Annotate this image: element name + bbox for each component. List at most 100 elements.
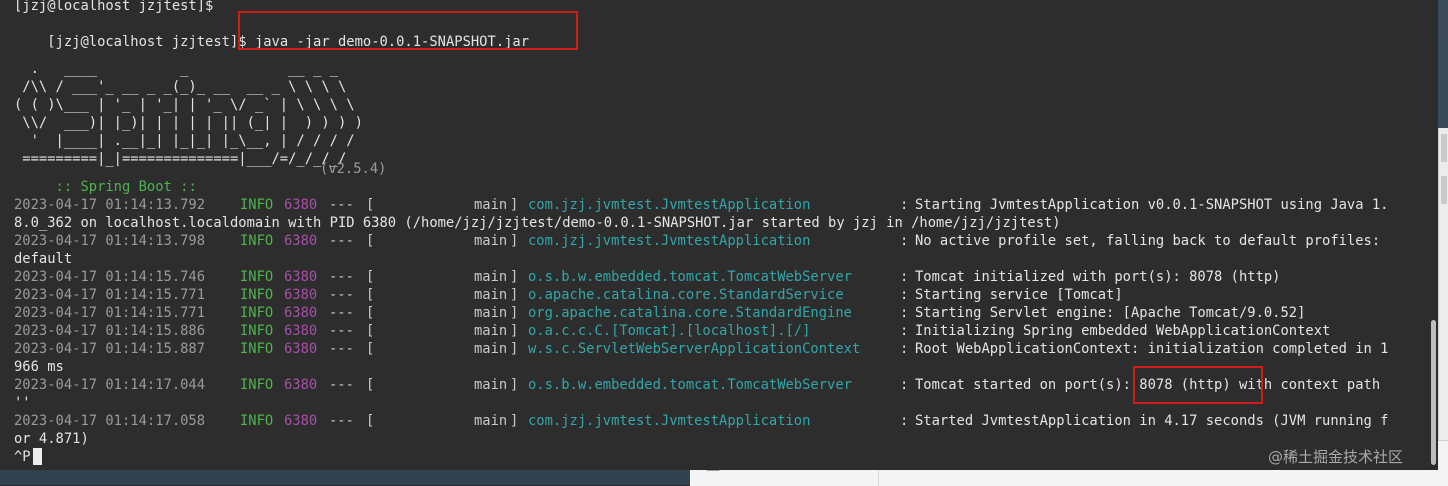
prompt: [jzj@localhost jzjtest]$	[47, 34, 255, 50]
command-highlight-box	[238, 11, 578, 50]
log-message: Root WebApplicationContext: initializati…	[915, 341, 1389, 357]
log-thread-close: ]	[510, 305, 519, 321]
log-thread: main	[474, 305, 508, 321]
log-continuation: ''	[14, 395, 31, 411]
log-separator: ---	[329, 323, 354, 339]
log-message: Starting Servlet engine: [Apache Tomcat/…	[915, 305, 1306, 321]
spring-boot-version: (v2.5.4)	[320, 161, 387, 177]
log-pid: 6380	[284, 233, 318, 249]
edge-tab	[1441, 176, 1447, 204]
log-line: 2023-04-17 01:14:17.044 INFO 6380 --- [ …	[14, 376, 1380, 394]
terminal-cursor	[33, 448, 42, 465]
log-thread: main	[474, 377, 508, 393]
terminal-window[interactable]: [jzj@localhost jzjtest]$ [jzj@localhost …	[0, 0, 1438, 470]
log-line: 2023-04-17 01:14:15.887 INFO 6380 --- [ …	[14, 340, 1388, 358]
log-timestamp: 2023-04-17 01:14:17.058	[14, 413, 206, 429]
spring-boot-label: :: Spring Boot ::	[47, 179, 206, 195]
log-line: 2023-04-17 01:14:13.798 INFO 6380 --- [ …	[14, 232, 1380, 250]
log-colon: :	[900, 287, 909, 303]
log-message: Started JvmtestApplication in 4.17 secon…	[915, 413, 1389, 429]
log-thread-open: [	[366, 305, 375, 321]
log-separator: ---	[329, 377, 354, 393]
banner-art-line: \\/ ___)| |_)| | | | | || (_| | ) ) ) )	[14, 115, 363, 131]
log-colon: :	[900, 269, 909, 285]
log-logger: o.a.c.c.C.[Tomcat].[localhost].[/]	[528, 323, 811, 339]
log-colon: :	[900, 233, 909, 249]
log-separator: ---	[329, 305, 354, 321]
log-logger: com.jzj.jvmtest.JvmtestApplication	[528, 197, 811, 213]
log-separator: ---	[329, 287, 354, 303]
log-thread-close: ]	[510, 323, 519, 339]
log-continuation: 966 ms	[14, 359, 64, 375]
log-timestamp: 2023-04-17 01:14:13.792	[14, 197, 206, 213]
edge-tab	[1441, 134, 1447, 162]
log-line: 2023-04-17 01:14:15.771 INFO 6380 --- [ …	[14, 304, 1305, 322]
log-pid: 6380	[284, 413, 318, 429]
log-thread-open: [	[366, 323, 375, 339]
background-window-edge	[1438, 128, 1448, 440]
log-level: INFO	[240, 413, 274, 429]
log-separator: ---	[329, 341, 354, 357]
prompt-line: [jzj@localhost jzjtest]$	[14, 0, 214, 14]
log-timestamp: 2023-04-17 01:14:15.746	[14, 269, 206, 285]
log-thread-close: ]	[510, 233, 519, 249]
log-pid: 6380	[284, 377, 318, 393]
log-pid: 6380	[284, 197, 318, 213]
log-line: 2023-04-17 01:14:17.058 INFO 6380 --- [ …	[14, 412, 1388, 430]
log-continuation: 8.0_362 on localhost.localdomain with PI…	[14, 215, 1061, 231]
log-separator: ---	[329, 233, 354, 249]
banner-art-line: ' |____| .__|_| |_|_| |_\__, | / / / /	[14, 133, 355, 149]
log-thread-open: [	[366, 413, 375, 429]
log-colon: :	[900, 197, 909, 213]
log-separator: ---	[329, 269, 354, 285]
log-logger: o.s.b.w.embedded.tomcat.TomcatWebServer	[528, 269, 852, 285]
scrollbar-thumb[interactable]	[1431, 320, 1436, 465]
log-thread-open: [	[366, 287, 375, 303]
log-thread-close: ]	[510, 377, 519, 393]
port-highlight-box	[1133, 366, 1263, 404]
log-level: INFO	[240, 269, 274, 285]
log-logger: o.s.b.w.embedded.tomcat.TomcatWebServer	[528, 377, 852, 393]
log-thread: main	[474, 197, 508, 213]
log-thread: main	[474, 341, 508, 357]
log-level: INFO	[240, 377, 274, 393]
log-thread: main	[474, 413, 508, 429]
log-logger: o.apache.catalina.core.StandardService	[528, 287, 844, 303]
spring-boot-line: :: Spring Boot :: (v2.5.4)	[14, 160, 387, 195]
log-message: Tomcat initialized with port(s): 8078 (h…	[915, 269, 1281, 285]
log-thread: main	[474, 233, 508, 249]
log-colon: :	[900, 341, 909, 357]
banner-art-line: . ____ _ __ _ _	[14, 61, 338, 77]
log-logger: com.jzj.jvmtest.JvmtestApplication	[528, 233, 811, 249]
log-thread-open: [	[366, 341, 375, 357]
log-colon: :	[900, 305, 909, 321]
banner-art-line: ( ( )\___ | '_ | '_| | '_ \/ _` | \ \ \ …	[14, 97, 355, 113]
log-pid: 6380	[284, 323, 318, 339]
watermark-text: @稀土掘金技术社区	[1268, 448, 1404, 466]
log-separator: ---	[329, 413, 354, 429]
log-thread-close: ]	[510, 287, 519, 303]
log-continuation: or 4.871)	[14, 431, 89, 447]
log-line: 2023-04-17 01:14:15.771 INFO 6380 --- [ …	[14, 286, 1123, 304]
log-thread-close: ]	[510, 269, 519, 285]
log-message: Initializing Spring embedded WebApplicat…	[915, 323, 1331, 339]
log-level: INFO	[240, 305, 274, 321]
banner-art-line: /\\ / ___'_ __ _ _(_)_ __ __ _ \ \ \ \	[14, 79, 347, 95]
log-thread-open: [	[366, 197, 375, 213]
log-thread-close: ]	[510, 341, 519, 357]
log-colon: :	[900, 413, 909, 429]
log-thread-close: ]	[510, 413, 519, 429]
log-level: INFO	[240, 323, 274, 339]
log-level: INFO	[240, 341, 274, 357]
log-thread-close: ]	[510, 197, 519, 213]
log-thread-open: [	[366, 233, 375, 249]
log-separator: ---	[329, 197, 354, 213]
log-continuation: default	[14, 251, 73, 267]
log-level: INFO	[240, 197, 274, 213]
log-timestamp: 2023-04-17 01:14:15.771	[14, 305, 206, 321]
log-logger: com.jzj.jvmtest.JvmtestApplication	[528, 413, 811, 429]
log-thread-open: [	[366, 377, 375, 393]
log-line: 2023-04-17 01:14:15.746 INFO 6380 --- [ …	[14, 268, 1280, 286]
log-pid: 6380	[284, 269, 318, 285]
log-line: 2023-04-17 01:14:15.886 INFO 6380 --- [ …	[14, 322, 1330, 340]
